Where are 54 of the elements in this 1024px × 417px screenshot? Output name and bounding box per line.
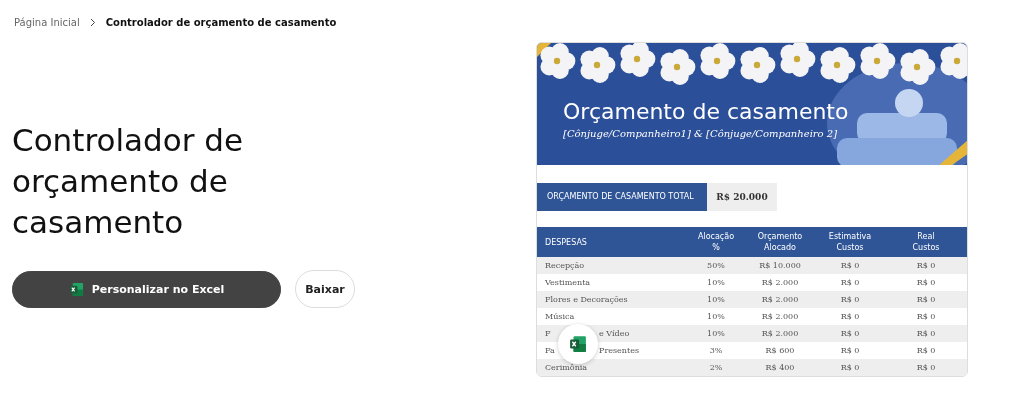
table-cell-text: R$ 0 bbox=[915, 329, 937, 338]
table-cell-text: R$ 600 bbox=[764, 346, 796, 355]
banner-title: Orçamento de casamento bbox=[563, 99, 849, 124]
chevron-icon bbox=[89, 17, 96, 27]
customize-button[interactable]: Personalizar no Excel bbox=[12, 270, 281, 308]
download-button[interactable]: Baixar bbox=[295, 270, 355, 308]
table-cell-text: R$ 0 bbox=[839, 261, 861, 270]
table-cell-text: e Vídeo bbox=[599, 329, 631, 338]
table-cell-text: 10% bbox=[706, 312, 726, 321]
table-cell-text: 2% bbox=[708, 363, 724, 372]
table-cell-text: 10% bbox=[706, 329, 726, 338]
table-cell-text: R$ 2.000 bbox=[760, 295, 800, 304]
breadcrumb-link[interactable]: Página Inicial bbox=[14, 16, 80, 28]
breadcrumb-current: Controlador de orçamento de casamento bbox=[105, 16, 337, 28]
table-cell-text: Vestimenta bbox=[545, 278, 592, 287]
table-cell-text: 10% bbox=[706, 278, 726, 287]
table-cell-text: R$ 0 bbox=[839, 312, 861, 321]
table-cell-text: Recepção bbox=[545, 261, 586, 270]
table-cell-text: F bbox=[545, 329, 552, 338]
column-header: Real Custos bbox=[912, 231, 940, 253]
table-cell-text: 50% bbox=[706, 261, 726, 270]
excel-icon bbox=[569, 335, 587, 353]
table-cell-text: R$ 0 bbox=[915, 363, 937, 372]
table-cell-text: R$ 0 bbox=[839, 363, 861, 372]
banner-subtitle: [Cônjuge/Companheiro1] & [Cônjuge/Companheiro 2] bbox=[563, 128, 839, 139]
table-cell-text: R$ 2.000 bbox=[760, 278, 800, 287]
column-header: Alocação % bbox=[697, 231, 735, 253]
total-label: ORÇAMENTO DE CASAMENTO TOTAL bbox=[537, 182, 707, 211]
table-cell-text: R$ 10.000 bbox=[758, 261, 802, 270]
table-cell-text: R$ 2.000 bbox=[760, 312, 800, 321]
table-cell-text: R$ 2.000 bbox=[760, 329, 800, 338]
column-header: Estimativa Custos bbox=[828, 231, 872, 253]
table-cell-text: R$ 0 bbox=[915, 346, 937, 355]
table-cell-text: R$ 0 bbox=[915, 278, 937, 287]
column-header: Orçamento Alocado bbox=[757, 231, 803, 253]
table-cell-text: Cerimônia bbox=[545, 363, 589, 372]
table-cell-text: Flores e Decorações bbox=[545, 295, 629, 304]
table-cell-text: 3% bbox=[708, 346, 724, 355]
excel-icon bbox=[68, 281, 84, 297]
table-cell-text: 10% bbox=[706, 295, 726, 304]
total-value: R$ 20.000 bbox=[707, 182, 777, 211]
table-cell-text: R$ 0 bbox=[915, 295, 937, 304]
table-cell-text: Fa bbox=[545, 346, 556, 355]
page-title: Controlador de orçamento de casamento bbox=[12, 121, 245, 242]
table-cell-text: R$ 0 bbox=[839, 295, 861, 304]
column-header: DESPESAS bbox=[545, 236, 588, 248]
table-cell-text: R$ 0 bbox=[839, 329, 861, 338]
table-cell-text: R$ 0 bbox=[915, 312, 937, 321]
table-cell-text: Música bbox=[545, 312, 576, 321]
table-cell-text: Presentes bbox=[599, 346, 640, 355]
table-cell-text: R$ 0 bbox=[915, 261, 937, 270]
table-cell-text: R$ 400 bbox=[764, 363, 796, 372]
table-cell-text: R$ 0 bbox=[839, 346, 861, 355]
table-cell-text: R$ 0 bbox=[839, 278, 861, 287]
